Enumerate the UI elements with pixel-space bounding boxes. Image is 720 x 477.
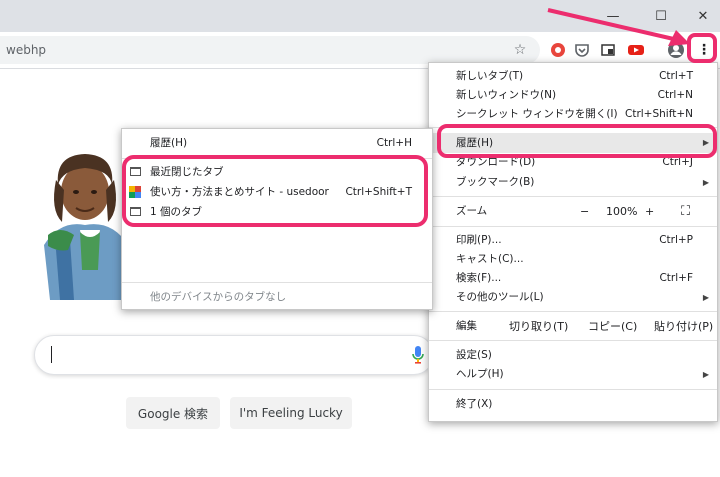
submenu-item-history[interactable]: 履歴(H) Ctrl+H xyxy=(122,133,432,153)
zoom-out-button[interactable]: − xyxy=(580,202,589,221)
chrome-menu: 新しいタブ(T) Ctrl+T 新しいウィンドウ(N) Ctrl+N シークレット … xyxy=(428,62,718,422)
annotation-arrow xyxy=(547,8,690,46)
chevron-right-icon: ▶ xyxy=(702,370,709,379)
microphone-icon[interactable] xyxy=(411,345,425,368)
menu-item-zoom: ズーム − 100% + ⛶ xyxy=(456,202,691,221)
menu-divider xyxy=(429,311,717,312)
address-bar[interactable]: webhp ☆ xyxy=(0,36,540,64)
search-input[interactable] xyxy=(34,335,434,375)
star-icon[interactable]: ☆ xyxy=(508,38,532,62)
menu-item-settings[interactable]: 設定(S) xyxy=(429,346,717,365)
zoom-level: 100% xyxy=(606,205,638,218)
menu-divider xyxy=(429,226,717,227)
copy-button[interactable]: コピー(C) xyxy=(588,317,637,336)
menu-item-more-tools[interactable]: その他のツール(L) ▶ xyxy=(429,288,717,307)
menu-item-exit[interactable]: 終了(X) xyxy=(429,395,717,414)
cut-button[interactable]: 切り取り(T) xyxy=(509,317,568,336)
menu-item-cast[interactable]: キャスト(C)... xyxy=(429,250,717,269)
menu-divider xyxy=(429,389,717,390)
menu-divider xyxy=(429,340,717,341)
submenu-divider xyxy=(122,282,432,283)
feeling-lucky-button[interactable]: I'm Feeling Lucky xyxy=(230,397,352,429)
highlight-recently-closed xyxy=(122,155,428,227)
menu-item-print[interactable]: 印刷(P)... Ctrl+P xyxy=(429,231,717,250)
url-text: webhp xyxy=(6,43,47,57)
zoom-in-button[interactable]: + xyxy=(645,202,654,221)
fullscreen-icon[interactable]: ⛶ xyxy=(681,202,690,221)
paste-button[interactable]: 貼り付け(P) xyxy=(654,317,713,336)
text-cursor xyxy=(51,346,52,363)
menu-item-help[interactable]: ヘルプ(H) ▶ xyxy=(429,365,717,384)
menu-item-edit: 編集 切り取り(T) コピー(C) 貼り付け(P) xyxy=(429,317,717,336)
google-search-button[interactable]: Google 検索 xyxy=(126,397,220,429)
chevron-right-icon: ▶ xyxy=(702,293,709,302)
chevron-right-icon: ▶ xyxy=(702,178,709,187)
menu-item-incognito[interactable]: シークレット ウィンドウを開く(I) Ctrl+Shift+N xyxy=(429,105,717,124)
menu-item-new-window[interactable]: 新しいウィンドウ(N) Ctrl+N xyxy=(429,86,717,105)
google-doodle[interactable] xyxy=(40,150,130,302)
menu-item-bookmarks[interactable]: ブックマーク(B) ▶ xyxy=(429,173,717,192)
submenu-item-other-devices: 他のデバイスからのタブなし xyxy=(150,291,287,303)
menu-item-find[interactable]: 検索(F)... Ctrl+F xyxy=(429,269,717,288)
menu-divider xyxy=(429,196,717,197)
highlight-history-item xyxy=(437,124,717,158)
